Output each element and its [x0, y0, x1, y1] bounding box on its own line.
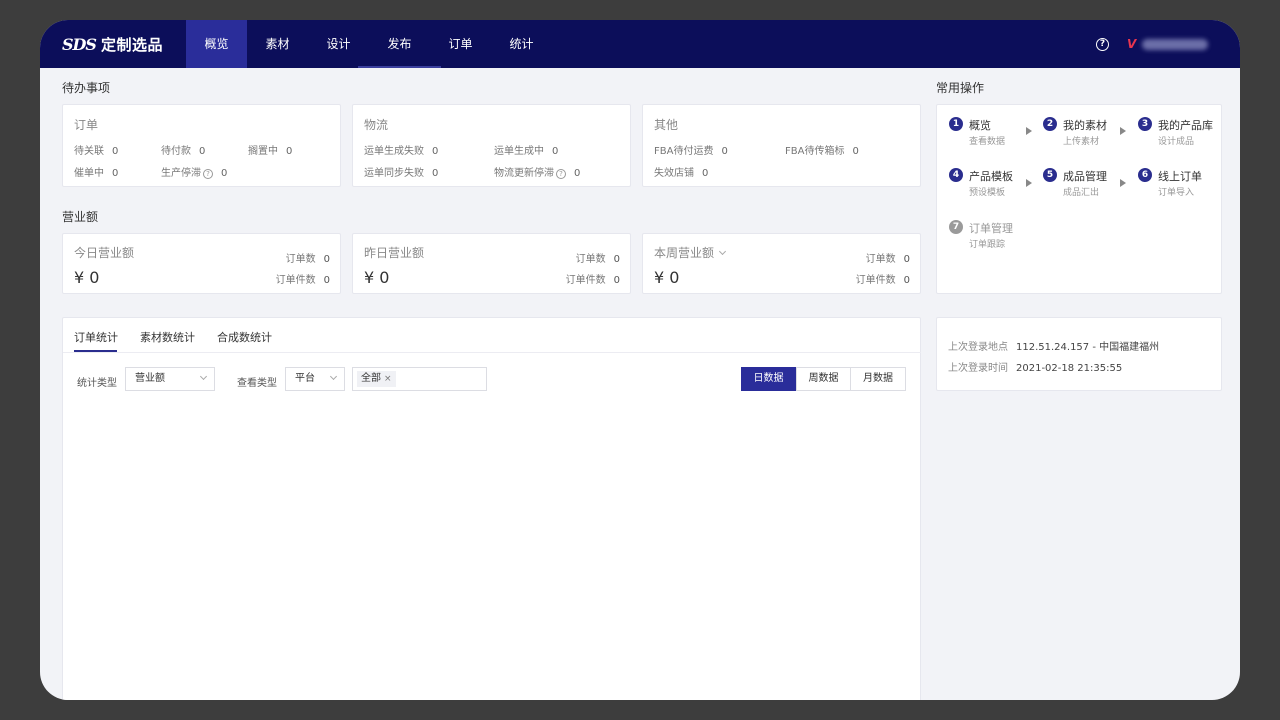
arrow-right-icon	[1026, 179, 1032, 187]
nav-tab-design[interactable]: 设计	[308, 20, 369, 68]
todo-card-title: 其他	[654, 118, 679, 132]
revenue-item-count: 订单件数 0	[565, 275, 620, 286]
todo-item-pending-payment[interactable]: 待付款 0	[161, 142, 205, 157]
last-login-time: 上次登录时间 2021-02-18 21:35:55	[948, 363, 1123, 374]
revenue-order-count: 订单数 0	[285, 254, 330, 265]
revenue-amount: ¥ 0	[364, 268, 390, 287]
weekly-data-button[interactable]: 周数据	[796, 367, 851, 391]
tab-order-stats[interactable]: 订单统计	[74, 329, 118, 345]
arrow-right-icon	[1120, 127, 1126, 135]
todo-item-logistics-stalled[interactable]: 物流更新停滞? 0	[494, 164, 580, 179]
todo-item-waybill-sync-failed[interactable]: 运单同步失败 0	[364, 164, 438, 179]
divider	[63, 352, 921, 353]
common-ops-title: 常用操作	[936, 81, 985, 95]
revenue-card-title: 昨日营业额	[364, 246, 425, 260]
todo-card-title: 订单	[74, 118, 99, 132]
todo-item-fba-freight[interactable]: FBA待付运费 0	[654, 142, 728, 157]
todo-card-other: 其他 FBA待付运费 0 FBA待传箱标 0 失效店铺 0	[642, 104, 921, 187]
stats-panel: 订单统计 素材数统计 合成数统计 统计类型 营业额 查看类型 平台 全部 × 日数…	[62, 317, 921, 700]
revenue-card-title-dropdown[interactable]: 本周营业额	[654, 244, 727, 261]
revenue-card-yesterday: 昨日营业额 ¥ 0 订单数 0 订单件数 0	[352, 233, 631, 294]
revenue-item-count: 订单件数 0	[275, 275, 330, 286]
nav-tab-materials[interactable]: 素材	[247, 20, 308, 68]
daily-data-button[interactable]: 日数据	[741, 367, 796, 391]
tab-material-stats[interactable]: 素材数统计	[140, 329, 195, 345]
arrow-right-icon	[1120, 179, 1126, 187]
help-icon[interactable]: ?	[1096, 38, 1109, 51]
todo-item-waybill-failed[interactable]: 运单生成失败 0	[364, 142, 438, 157]
logo-mark: SDS	[62, 34, 97, 54]
todo-card-title: 物流	[364, 118, 389, 132]
login-info-card: 上次登录地点 112.51.24.157 - 中国福建福州 上次登录时间 2021-…	[936, 317, 1222, 391]
view-type-label: 查看类型	[237, 378, 277, 389]
selected-tag: 全部 ×	[357, 371, 396, 387]
help-circle-icon[interactable]: ?	[556, 169, 566, 179]
main-nav: 概览 素材 设计 发布 订单 统计	[186, 20, 552, 68]
tab-composite-stats[interactable]: 合成数统计	[217, 329, 272, 345]
top-nav: SDS 定制选品 概览 素材 设计 发布 订单 统计 ? V	[40, 20, 1240, 68]
todo-item-production-stalled[interactable]: 生产停滞? 0	[161, 164, 227, 179]
nav-tab-orders[interactable]: 订单	[430, 20, 491, 68]
view-type-select[interactable]: 平台	[285, 367, 345, 391]
nav-tab-publish[interactable]: 发布	[369, 20, 430, 68]
logo[interactable]: SDS 定制选品	[62, 34, 163, 54]
chevron-down-icon	[199, 372, 208, 381]
revenue-card-week: 本周营业额 ¥ 0 订单数 0 订单件数 0	[642, 233, 921, 294]
revenue-order-count: 订单数 0	[865, 254, 910, 265]
user-account-name[interactable]	[1142, 39, 1208, 50]
todo-item-invalid-store[interactable]: 失效店铺 0	[654, 164, 708, 179]
logo-text: 定制选品	[100, 35, 163, 54]
arrow-right-icon	[1026, 127, 1032, 135]
nav-tab-overview[interactable]: 概览	[186, 20, 247, 68]
revenue-card-today: 今日营业额 ¥ 0 订单数 0 订单件数 0	[62, 233, 341, 294]
chevron-down-icon	[329, 372, 338, 381]
help-circle-icon[interactable]: ?	[203, 169, 213, 179]
todo-card-orders: 订单 待关联 0 待付款 0 搁置中 0 催单中 0 生产停滞? 0	[62, 104, 341, 187]
todo-card-logistics: 物流 运单生成失败 0 运单生成中 0 运单同步失败 0 物流更新停滞? 0	[352, 104, 631, 187]
revenue-amount: ¥ 0	[654, 268, 680, 287]
todo-item-fba-box-label[interactable]: FBA待传箱标 0	[785, 142, 859, 157]
vip-badge: V	[1127, 37, 1137, 51]
todo-item-waybill-generating[interactable]: 运单生成中 0	[494, 142, 558, 157]
last-login-location: 上次登录地点 112.51.24.157 - 中国福建福州	[948, 342, 1160, 353]
platform-multiselect[interactable]: 全部 ×	[352, 367, 487, 391]
stats-chart-area	[77, 408, 907, 698]
close-icon[interactable]: ×	[384, 374, 392, 384]
revenue-amount: ¥ 0	[74, 268, 100, 287]
todo-item-on-hold[interactable]: 搁置中 0	[248, 142, 292, 157]
stat-type-label: 统计类型	[77, 378, 117, 389]
common-ops-card: 1 概览 查看数据 2 我的素材 上传素材 3 我的产品库 设计成品 4 产品模…	[936, 104, 1222, 294]
stat-type-select[interactable]: 营业额	[125, 367, 215, 391]
app-window: SDS 定制选品 概览 素材 设计 发布 订单 统计 ? V 待办事项 订单 待…	[40, 20, 1240, 700]
revenue-order-count: 订单数 0	[575, 254, 620, 265]
monthly-data-button[interactable]: 月数据	[850, 367, 906, 391]
nav-hover-indicator	[358, 66, 441, 68]
chevron-down-icon	[718, 247, 727, 256]
revenue-card-title: 今日营业额	[74, 246, 135, 260]
revenue-item-count: 订单件数 0	[855, 275, 910, 286]
todo-item-pending-link[interactable]: 待关联 0	[74, 142, 118, 157]
nav-tab-stats[interactable]: 统计	[491, 20, 552, 68]
revenue-section-title: 营业额	[62, 210, 99, 224]
todo-item-urging[interactable]: 催单中 0	[74, 164, 118, 179]
todo-section-title: 待办事项	[62, 81, 111, 95]
